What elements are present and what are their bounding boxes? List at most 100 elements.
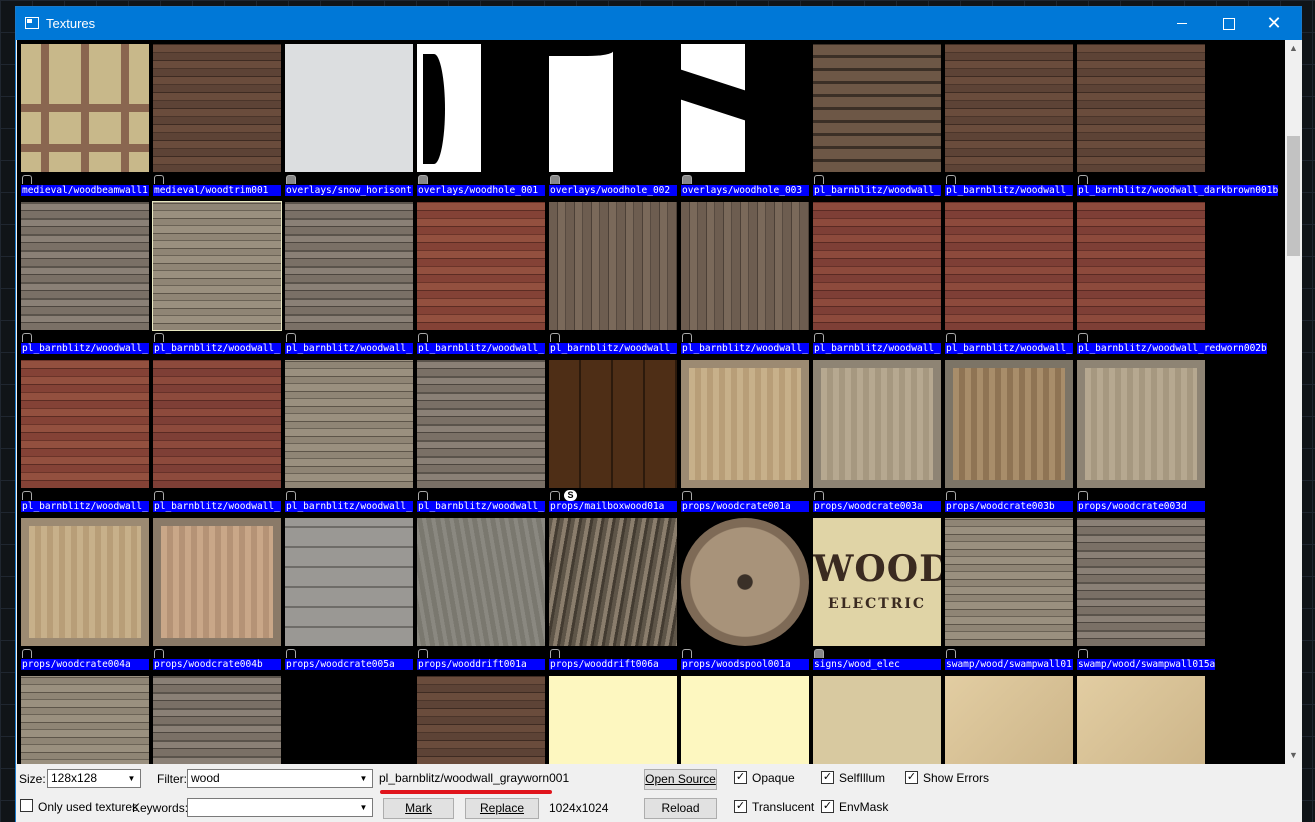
texture-thumbnail bbox=[1077, 676, 1205, 764]
texture-thumbnail bbox=[21, 360, 149, 488]
texture-tile[interactable]: overlays/snow_horisont bbox=[282, 40, 414, 198]
selfillum-checkbox[interactable]: ✓ bbox=[821, 771, 834, 784]
texture-tile[interactable]: pl_barnblitz/woodwall_ bbox=[414, 198, 546, 356]
texture-tile[interactable]: pl_barnblitz/woodwall_darkbrown001b bbox=[1074, 40, 1279, 198]
texture-tile[interactable]: props/woodcrate003a bbox=[810, 356, 942, 514]
scroll-up-arrow-icon[interactable]: ▲ bbox=[1285, 40, 1302, 57]
texture-flag-icon bbox=[682, 175, 692, 184]
mark-button-label: Mark bbox=[405, 801, 432, 815]
texture-flag-icon bbox=[418, 333, 428, 342]
scrollbar-thumb[interactable] bbox=[1287, 136, 1300, 256]
texture-name-label: overlays/woodhole_002 bbox=[549, 185, 677, 196]
texture-name-label: pl_barnblitz/woodwall_ bbox=[945, 185, 1073, 196]
maximize-button[interactable] bbox=[1205, 7, 1251, 40]
texture-tile[interactable]: Sprops/mailboxwood01a bbox=[546, 356, 678, 514]
texture-browser-grid[interactable]: medieval/woodbeamwall1 medieval/woodtrim0… bbox=[17, 40, 1285, 764]
texture-tile[interactable]: medieval/woodbeamwall1 bbox=[18, 40, 150, 198]
texture-name-label: props/woodcrate004a bbox=[21, 659, 149, 670]
texture-name-label: pl_barnblitz/woodwall_ bbox=[549, 343, 677, 354]
open-source-button[interactable]: Open Source bbox=[644, 769, 717, 790]
texture-tile[interactable] bbox=[1074, 672, 1206, 764]
texture-tile[interactable]: pl_barnblitz/woodwall_ bbox=[810, 198, 942, 356]
texture-tile[interactable] bbox=[150, 672, 282, 764]
texture-tile[interactable]: pl_barnblitz/woodwall_ bbox=[150, 198, 282, 356]
only-used-textures-checkbox[interactable] bbox=[20, 799, 33, 812]
opaque-checkbox[interactable]: ✓ bbox=[734, 771, 747, 784]
replace-button[interactable]: Replace bbox=[465, 798, 539, 819]
texture-tile[interactable]: props/wooddrift006a bbox=[546, 514, 678, 672]
texture-flag-icon bbox=[286, 333, 296, 342]
texture-name-label: props/wooddrift006a bbox=[549, 659, 677, 670]
texture-tile[interactable]: props/woodcrate005a bbox=[282, 514, 414, 672]
texture-flag-icon bbox=[946, 649, 956, 658]
mark-button[interactable]: Mark bbox=[383, 798, 454, 819]
texture-tile[interactable]: pl_barnblitz/woodwall_ bbox=[414, 356, 546, 514]
envmask-checkbox[interactable]: ✓ bbox=[821, 800, 834, 813]
texture-tile[interactable]: swamp/wood/swampwall015a bbox=[1074, 514, 1216, 672]
texture-tile[interactable] bbox=[18, 672, 150, 764]
texture-tile[interactable]: pl_barnblitz/woodwall_redworn002b bbox=[1074, 198, 1267, 356]
texture-tile[interactable]: overlays/woodhole_001 bbox=[414, 40, 546, 198]
texture-tile[interactable]: pl_barnblitz/woodwall_ bbox=[546, 198, 678, 356]
translucent-checkbox[interactable]: ✓ bbox=[734, 800, 747, 813]
texture-name-label: props/woodcrate003d bbox=[1077, 501, 1205, 512]
texture-tile[interactable]: pl_barnblitz/woodwall_ bbox=[282, 198, 414, 356]
vertical-scrollbar[interactable]: ▲ ▼ bbox=[1285, 40, 1302, 764]
texture-tile[interactable]: pl_barnblitz/woodwall_ bbox=[150, 356, 282, 514]
texture-name-label: overlays/snow_horisont bbox=[285, 185, 413, 196]
texture-tile[interactable]: pl_barnblitz/woodwall_ bbox=[810, 40, 942, 198]
texture-tile[interactable]: props/woodcrate004a bbox=[18, 514, 150, 672]
texture-tile[interactable]: props/woodcrate004b bbox=[150, 514, 282, 672]
texture-tile[interactable]: swamp/wood/swampwall01 bbox=[942, 514, 1074, 672]
texture-tile[interactable]: props/woodcrate003d bbox=[1074, 356, 1206, 514]
texture-tile[interactable] bbox=[414, 672, 546, 764]
show-errors-checkbox[interactable]: ✓ bbox=[905, 771, 918, 784]
minimize-button[interactable] bbox=[1159, 7, 1205, 40]
texture-thumbnail bbox=[21, 44, 149, 172]
texture-thumbnail bbox=[153, 360, 281, 488]
texture-tile[interactable]: WOOD ELECTRIC signs/wood_elec bbox=[810, 514, 942, 672]
texture-flag-icon bbox=[286, 491, 296, 500]
keywords-input[interactable]: ▼ bbox=[187, 798, 373, 817]
size-select[interactable]: 128x128 ▼ bbox=[47, 769, 141, 788]
texture-tile[interactable]: props/woodcrate001a bbox=[678, 356, 810, 514]
filter-input[interactable]: wood ▼ bbox=[187, 769, 373, 788]
texture-tile[interactable] bbox=[942, 672, 1074, 764]
texture-tile[interactable]: props/woodspool001a bbox=[678, 514, 810, 672]
texture-thumbnail bbox=[417, 44, 545, 172]
texture-tile[interactable] bbox=[282, 672, 414, 764]
texture-tile[interactable]: medieval/woodtrim001 bbox=[150, 40, 282, 198]
chevron-down-icon[interactable]: ▼ bbox=[123, 770, 140, 787]
texture-tile[interactable] bbox=[810, 672, 942, 764]
texture-name-label: pl_barnblitz/woodwall_ bbox=[21, 343, 149, 354]
reload-button-label: Reload bbox=[661, 801, 700, 815]
texture-tile[interactable] bbox=[678, 672, 810, 764]
texture-flag-icon bbox=[286, 649, 296, 658]
texture-tile[interactable]: pl_barnblitz/woodwall_ bbox=[942, 40, 1074, 198]
texture-tile[interactable]: pl_barnblitz/woodwall_ bbox=[18, 198, 150, 356]
chevron-down-icon[interactable]: ▼ bbox=[355, 799, 372, 816]
texture-tile[interactable]: props/wooddrift001a bbox=[414, 514, 546, 672]
texture-flag-icon bbox=[1078, 175, 1088, 184]
texture-thumbnail bbox=[681, 44, 809, 172]
texture-tile[interactable]: pl_barnblitz/woodwall_ bbox=[678, 198, 810, 356]
texture-tile[interactable] bbox=[546, 672, 678, 764]
texture-flag-icon bbox=[814, 649, 824, 658]
texture-tile[interactable]: overlays/woodhole_002 bbox=[546, 40, 678, 198]
chevron-down-icon[interactable]: ▼ bbox=[355, 770, 372, 787]
sprite-flag-icon: S bbox=[564, 490, 577, 501]
texture-tile[interactable]: pl_barnblitz/woodwall_ bbox=[942, 198, 1074, 356]
texture-flag-icon bbox=[418, 649, 428, 658]
scroll-down-arrow-icon[interactable]: ▼ bbox=[1285, 747, 1302, 764]
close-button[interactable]: ✕ bbox=[1251, 7, 1297, 40]
filter-label: Filter: bbox=[157, 772, 187, 786]
texture-tile[interactable]: pl_barnblitz/woodwall_ bbox=[282, 356, 414, 514]
texture-tile[interactable]: overlays/woodhole_003 bbox=[678, 40, 810, 198]
texture-thumbnail bbox=[285, 676, 413, 764]
texture-thumbnail bbox=[813, 676, 941, 764]
texture-tile[interactable]: props/woodcrate003b bbox=[942, 356, 1074, 514]
beam-shape bbox=[81, 44, 89, 172]
reload-button[interactable]: Reload bbox=[644, 798, 717, 819]
title-bar[interactable]: Textures ✕ bbox=[16, 7, 1301, 40]
texture-tile[interactable]: pl_barnblitz/woodwall_ bbox=[18, 356, 150, 514]
